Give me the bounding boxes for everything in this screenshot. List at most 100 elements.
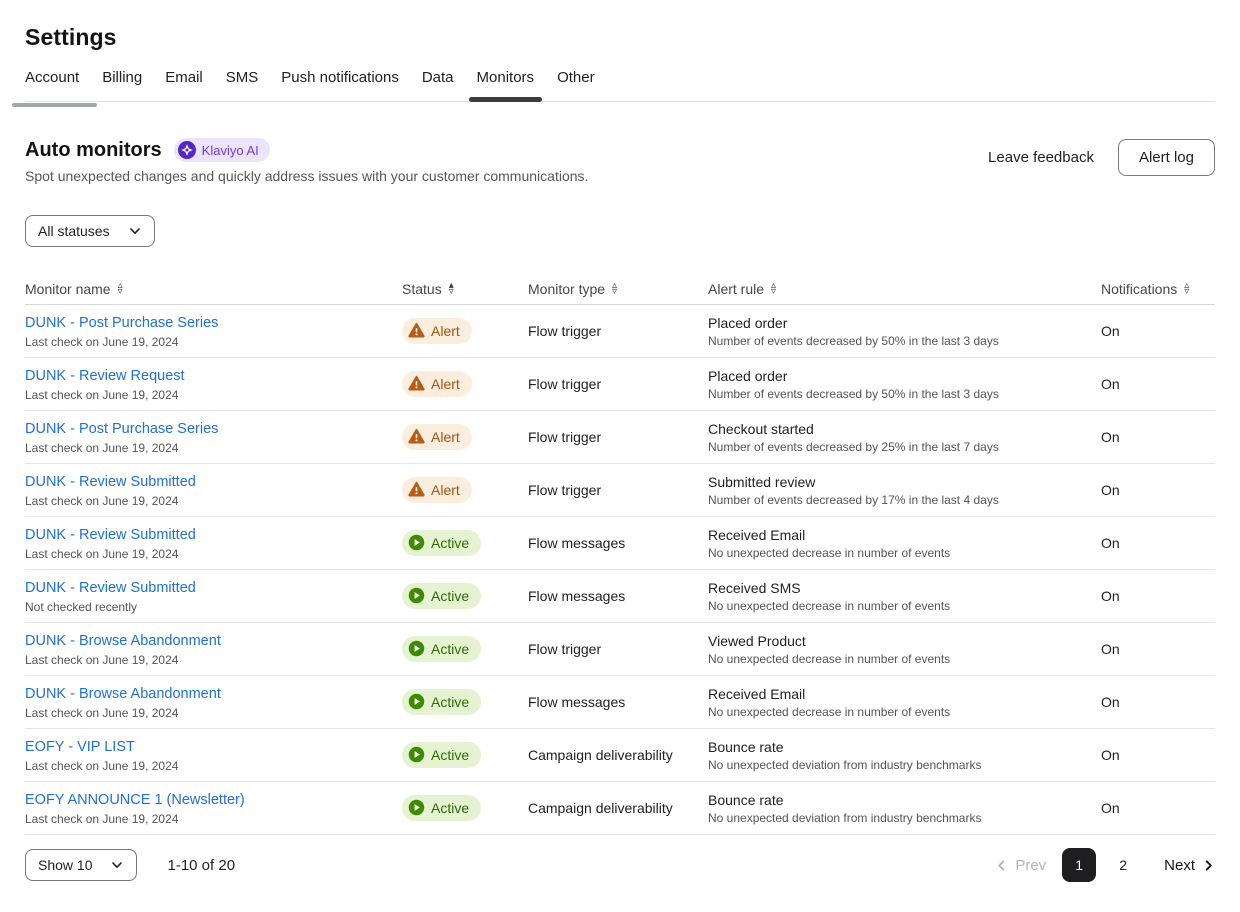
table-row: DUNK - Review Submitted Not checked rece… <box>25 570 1215 623</box>
monitor-name-link[interactable]: EOFY - VIP LIST <box>25 739 135 755</box>
monitor-last-check: Last check on June 19, 2024 <box>25 547 402 561</box>
chevron-down-icon <box>110 858 124 872</box>
next-page-button[interactable]: Next <box>1164 857 1215 874</box>
column-label: Monitor name <box>25 281 111 297</box>
status-badge: Active <box>402 636 481 662</box>
alert-triangle-icon <box>408 428 425 445</box>
klaviyo-ai-badge: Klaviyo AI <box>174 138 270 162</box>
alert-triangle-icon <box>408 375 425 392</box>
page-size-value: Show 10 <box>38 857 92 873</box>
alert-rule-detail: Number of events decreased by 25% in the… <box>708 440 1101 454</box>
section-description: Spot unexpected changes and quickly addr… <box>25 168 588 184</box>
alert-rule-title: Received SMS <box>708 580 1101 596</box>
column-header-alert-rule[interactable]: Alert rule <box>708 281 1101 297</box>
monitor-name-link[interactable]: DUNK - Review Submitted <box>25 474 196 490</box>
status-filter-select[interactable]: All statuses <box>25 215 155 247</box>
page-button-1[interactable]: 1 <box>1062 848 1096 882</box>
table-row: EOFY - VIP LIST Last check on June 19, 2… <box>25 729 1215 782</box>
sort-icon <box>771 283 776 295</box>
leave-feedback-button[interactable]: Leave feedback <box>988 149 1094 166</box>
alert-rule-detail: Number of events decreased by 17% in the… <box>708 493 1101 507</box>
column-header-monitor-type[interactable]: Monitor type <box>528 281 708 297</box>
prev-page-button[interactable]: Prev <box>995 857 1046 874</box>
page-button-2[interactable]: 2 <box>1106 848 1140 882</box>
status-badge: Alert <box>402 371 472 397</box>
monitor-type: Flow trigger <box>528 429 708 445</box>
alert-log-button[interactable]: Alert log <box>1118 139 1215 176</box>
status-label: Alert <box>431 429 460 445</box>
alert-rule-detail: Number of events decreased by 50% in the… <box>708 387 1101 401</box>
sort-icon <box>1184 283 1189 295</box>
tab-other[interactable]: Other <box>557 69 595 101</box>
active-play-icon <box>408 693 425 710</box>
status-label: Active <box>431 800 469 816</box>
table-row: DUNK - Post Purchase Series Last check o… <box>25 305 1215 358</box>
status-badge: Alert <box>402 424 472 450</box>
status-label: Active <box>431 694 469 710</box>
table-row: DUNK - Browse Abandonment Last check on … <box>25 623 1215 676</box>
tab-data[interactable]: Data <box>422 69 454 101</box>
status-label: Alert <box>431 482 460 498</box>
tab-sms[interactable]: SMS <box>226 69 259 101</box>
tab-monitors[interactable]: Monitors <box>477 69 535 101</box>
klaviyo-ai-icon <box>178 141 196 159</box>
alert-triangle-icon <box>408 322 425 339</box>
column-header-notifications[interactable]: Notifications <box>1101 281 1215 297</box>
status-filter-value: All statuses <box>38 223 110 239</box>
monitor-type: Flow messages <box>528 535 708 551</box>
monitors-table: Monitor name Status Monitor type Alert r… <box>25 273 1215 835</box>
alert-rule-detail: Number of events decreased by 50% in the… <box>708 334 1101 348</box>
alert-rule-detail: No unexpected decrease in number of even… <box>708 705 1101 719</box>
monitor-type: Flow trigger <box>528 482 708 498</box>
auto-monitors-header: Auto monitors Klaviyo AI Spot unexpected… <box>0 102 1240 184</box>
active-play-icon <box>408 640 425 657</box>
table-body: DUNK - Post Purchase Series Last check o… <box>25 305 1215 835</box>
notifications-value: On <box>1101 694 1215 710</box>
monitor-name-link[interactable]: DUNK - Post Purchase Series <box>25 315 218 331</box>
settings-tab-bar: Account Billing Email SMS Push notificat… <box>25 69 1215 102</box>
chevron-left-icon <box>995 859 1008 872</box>
monitor-name-link[interactable]: DUNK - Browse Abandonment <box>25 686 221 702</box>
tab-email[interactable]: Email <box>165 69 203 101</box>
monitor-name-link[interactable]: DUNK - Review Request <box>25 368 185 384</box>
active-play-icon <box>408 746 425 763</box>
alert-rule-title: Checkout started <box>708 421 1101 437</box>
monitor-name-link[interactable]: DUNK - Browse Abandonment <box>25 633 221 649</box>
sort-icon <box>118 283 123 295</box>
page-size-select[interactable]: Show 10 <box>25 849 137 881</box>
column-header-monitor-name[interactable]: Monitor name <box>25 281 402 297</box>
sort-icon <box>612 283 617 295</box>
table-row: DUNK - Review Submitted Last check on Ju… <box>25 517 1215 570</box>
column-header-status[interactable]: Status <box>402 281 528 297</box>
monitor-last-check: Last check on June 19, 2024 <box>25 812 402 826</box>
column-label: Monitor type <box>528 281 605 297</box>
monitor-type: Flow trigger <box>528 323 708 339</box>
status-label: Active <box>431 747 469 763</box>
tab-account[interactable]: Account <box>25 69 79 101</box>
notifications-value: On <box>1101 588 1215 604</box>
notifications-value: On <box>1101 535 1215 551</box>
status-badge: Alert <box>402 477 472 503</box>
alert-triangle-icon <box>408 481 425 498</box>
chevron-down-icon <box>128 224 142 238</box>
table-row: DUNK - Review Request Last check on June… <box>25 358 1215 411</box>
tab-billing[interactable]: Billing <box>102 69 142 101</box>
status-label: Active <box>431 588 469 604</box>
monitor-name-link[interactable]: EOFY ANNOUNCE 1 (Newsletter) <box>25 792 245 808</box>
notifications-value: On <box>1101 482 1215 498</box>
notifications-value: On <box>1101 641 1215 657</box>
status-label: Alert <box>431 376 460 392</box>
monitor-name-link[interactable]: DUNK - Review Submitted <box>25 527 196 543</box>
alert-rule-detail: No unexpected deviation from industry be… <box>708 811 1101 825</box>
status-label: Active <box>431 641 469 657</box>
tab-push-notifications[interactable]: Push notifications <box>281 69 399 101</box>
monitor-name-link[interactable]: DUNK - Post Purchase Series <box>25 421 218 437</box>
monitor-last-check: Last check on June 19, 2024 <box>25 759 402 773</box>
alert-rule-title: Received Email <box>708 527 1101 543</box>
alert-rule-title: Received Email <box>708 686 1101 702</box>
status-badge: Alert <box>402 318 472 344</box>
alert-rule-title: Bounce rate <box>708 739 1101 755</box>
monitor-name-link[interactable]: DUNK - Review Submitted <box>25 580 196 596</box>
horizontal-scrollbar-thumb[interactable] <box>12 103 97 107</box>
status-badge: Active <box>402 742 481 768</box>
